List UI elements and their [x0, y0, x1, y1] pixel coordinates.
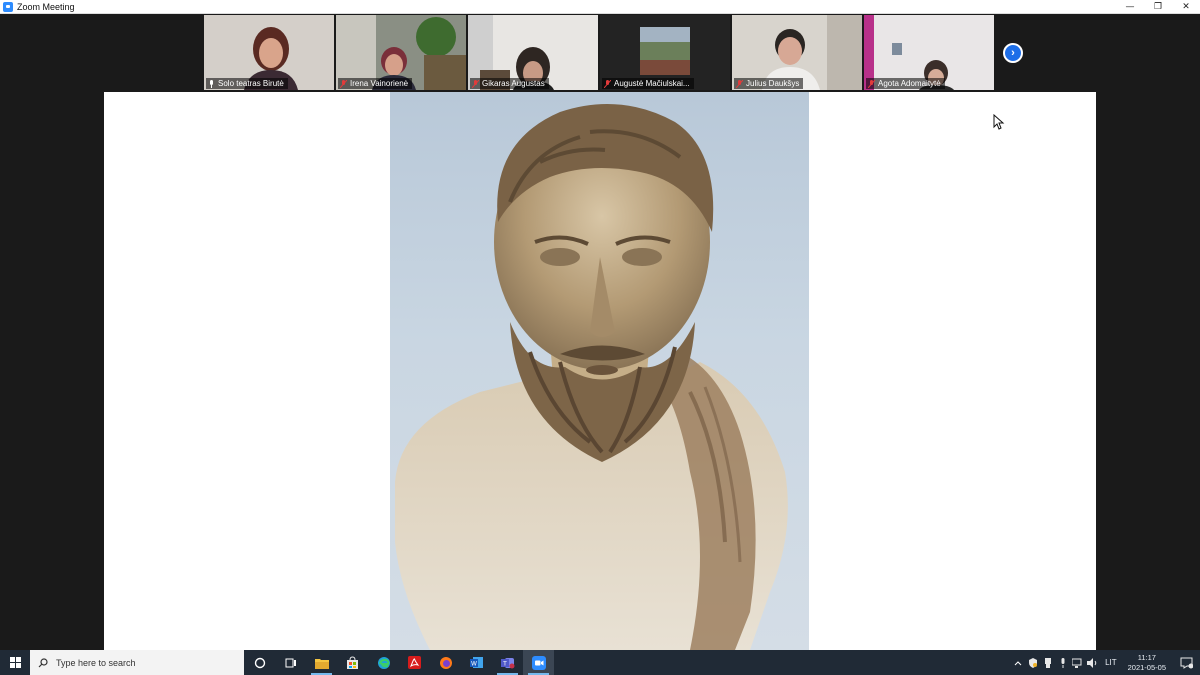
- system-clock[interactable]: 11:17 2021-05-05: [1122, 653, 1172, 673]
- microphone-muted-icon: [868, 79, 875, 88]
- teams-icon[interactable]: T: [492, 650, 523, 675]
- meeting-stage: Solo teatras Birutė Irena Vainorienė Gik…: [0, 14, 1200, 650]
- participant-name: Solo teatras Birutė: [218, 79, 284, 88]
- close-button[interactable]: ✕: [1172, 0, 1200, 14]
- windows-logo-icon: [9, 657, 21, 668]
- participant-nameplate: Gikaras Augustas: [470, 78, 549, 89]
- microphone-muted-icon: [340, 79, 347, 88]
- microphone-muted-icon: [472, 79, 479, 88]
- usb-device-icon[interactable]: [1040, 650, 1055, 675]
- start-button[interactable]: [0, 650, 30, 675]
- participant-name: Augustė Mačiulskai...: [614, 79, 690, 88]
- notification-center-icon[interactable]: [1172, 650, 1200, 675]
- participant-name: Julius Daukšys: [746, 79, 800, 88]
- participant-tile[interactable]: Irena Vainorienė: [336, 15, 466, 90]
- firefox-icon[interactable]: [430, 650, 461, 675]
- edge-icon[interactable]: [368, 650, 399, 675]
- system-tray: LIT 11:17 2021-05-05: [1010, 650, 1200, 675]
- windows-taskbar: Type here to search W T LIT 11:17 2021-0…: [0, 650, 1200, 675]
- chevron-up-icon[interactable]: [1010, 650, 1025, 675]
- word-icon[interactable]: W: [461, 650, 492, 675]
- participant-nameplate: Julius Daukšys: [734, 78, 804, 89]
- participant-tile[interactable]: Agota Adomaitytė: [864, 15, 994, 90]
- participant-nameplate: Solo teatras Birutė: [206, 78, 288, 89]
- microphone-muted-icon: [604, 79, 611, 88]
- zoom-icon[interactable]: [523, 650, 554, 675]
- file-explorer-icon[interactable]: [306, 650, 337, 675]
- participant-name: Irena Vainorienė: [350, 79, 409, 88]
- sophocles-bust-image: [390, 92, 809, 650]
- cortana-icon[interactable]: [244, 650, 275, 675]
- store-icon[interactable]: [337, 650, 368, 675]
- svg-text:W: W: [471, 661, 477, 668]
- search-icon: [38, 657, 48, 667]
- participant-name: Agota Adomaitytė: [878, 79, 941, 88]
- microphone-muted-icon: [736, 79, 743, 88]
- microphone-icon: [210, 79, 213, 88]
- window-controls: — ❐ ✕: [1116, 0, 1200, 14]
- taskbar-search-box[interactable]: Type here to search: [30, 650, 244, 675]
- acrobat-icon[interactable]: [399, 650, 430, 675]
- participant-strip: Solo teatras Birutė Irena Vainorienė Gik…: [204, 15, 994, 91]
- restore-button[interactable]: ❐: [1144, 0, 1172, 14]
- window-title: Zoom Meeting: [17, 1, 75, 12]
- clock-date: 2021-05-05: [1127, 662, 1166, 672]
- participant-tile[interactable]: Julius Daukšys: [732, 15, 862, 90]
- microphone-icon[interactable]: [1055, 650, 1070, 675]
- next-page-button[interactable]: ›: [1003, 43, 1023, 63]
- participant-tile[interactable]: Solo teatras Birutė: [204, 15, 334, 90]
- participant-nameplate: Augustė Mačiulskai...: [602, 78, 694, 89]
- participant-name: Gikaras Augustas: [482, 79, 545, 88]
- window-title-bar: Zoom Meeting — ❐ ✕: [0, 0, 1200, 14]
- search-placeholder: Type here to search: [56, 657, 136, 668]
- task-view-icon[interactable]: [275, 650, 306, 675]
- zoom-app-icon: [3, 1, 13, 12]
- mouse-cursor-icon: [993, 114, 1005, 130]
- language-indicator[interactable]: LIT: [1100, 658, 1122, 667]
- network-icon[interactable]: [1070, 650, 1085, 675]
- participant-tile[interactable]: Augustė Mačiulskai...: [600, 15, 730, 90]
- minimize-button[interactable]: —: [1116, 0, 1144, 14]
- bust-illustration: [395, 104, 788, 650]
- shared-screen: [104, 92, 1096, 650]
- participant-tile[interactable]: Gikaras Augustas: [468, 15, 598, 90]
- participant-nameplate: Agota Adomaitytė: [866, 78, 945, 89]
- clock-time: 11:17: [1137, 652, 1156, 662]
- svg-text:T: T: [502, 661, 507, 668]
- volume-icon[interactable]: [1085, 650, 1100, 675]
- participant-nameplate: Irena Vainorienė: [338, 78, 413, 89]
- defender-icon[interactable]: [1025, 650, 1040, 675]
